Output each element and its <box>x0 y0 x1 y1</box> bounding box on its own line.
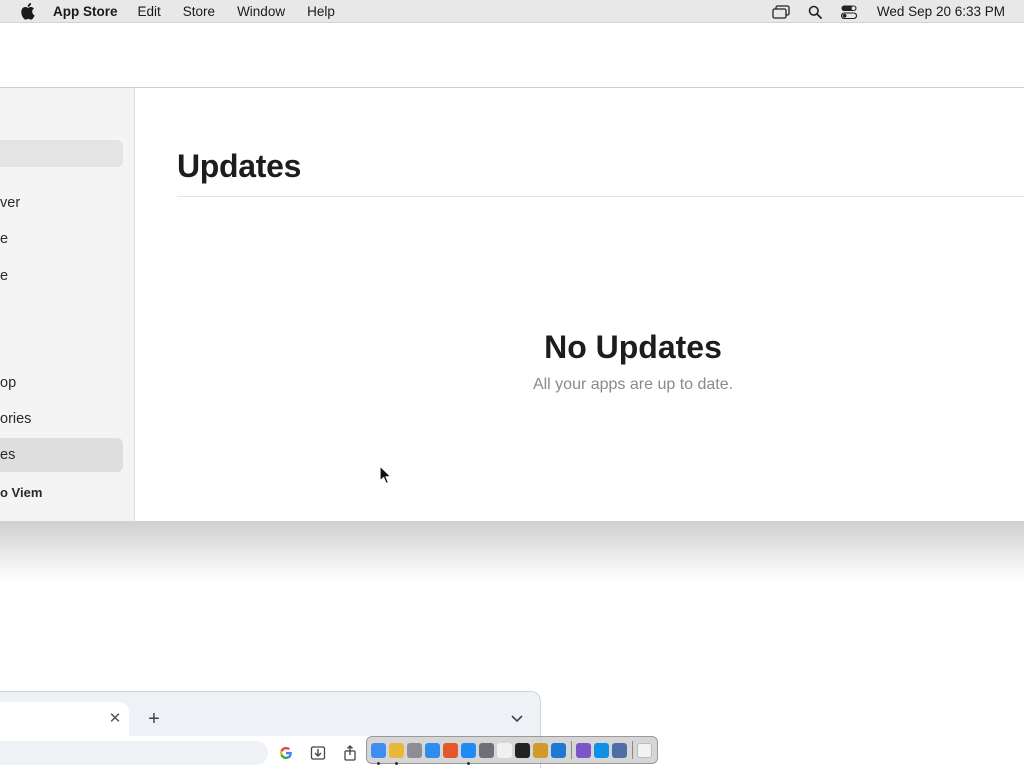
empty-state-title: No Updates <box>544 329 722 365</box>
dock-separator <box>632 741 633 759</box>
running-indicator <box>467 761 470 765</box>
sidebar-item-discover[interactable]: ver <box>0 186 123 220</box>
status-area: Wed Sep 20 6:33 PM <box>771 0 1005 23</box>
dock-separator <box>571 741 572 759</box>
sidebar-search-field[interactable] <box>0 140 123 167</box>
dock-screen-icon[interactable] <box>612 742 627 758</box>
close-tab-icon[interactable]: ✕ <box>107 710 123 727</box>
dock-pen-icon[interactable] <box>497 742 512 758</box>
sidebar-item-label: e <box>0 231 9 247</box>
dock-finder-icon[interactable] <box>371 742 386 765</box>
menu-help[interactable]: Help <box>307 4 335 19</box>
address-bar[interactable] <box>0 741 268 765</box>
sidebar-item-categories[interactable]: ories <box>0 402 123 436</box>
browser-tab[interactable]: ✕ <box>0 702 129 736</box>
new-tab-button[interactable]: + <box>144 708 164 730</box>
sidebar-item-label: es <box>0 447 16 463</box>
screen-mirroring-icon[interactable] <box>771 2 791 22</box>
dock-vscode-icon[interactable] <box>551 742 566 758</box>
empty-state-subtitle: All your apps are up to date. <box>532 376 734 393</box>
account-name: o Viem <box>0 484 43 500</box>
dock-script-icon[interactable] <box>533 742 548 758</box>
menubar-clock[interactable]: Wed Sep 20 6:33 PM <box>877 4 1005 19</box>
window-toolbar <box>0 23 1024 88</box>
sidebar-item-create[interactable]: e <box>0 259 123 293</box>
dock-visual-studio-icon[interactable] <box>576 742 591 758</box>
sidebar-item-label: e <box>0 268 9 284</box>
menu-window[interactable]: Window <box>237 4 285 19</box>
share-icon[interactable] <box>341 744 359 762</box>
sidebar-item-label: ories <box>0 411 32 427</box>
sidebar-item-arcade[interactable]: e <box>0 222 123 256</box>
mouse-pointer-icon <box>379 465 393 485</box>
dock-settings-icon[interactable] <box>479 742 494 758</box>
spotlight-search-icon[interactable] <box>805 2 825 22</box>
app-store-window: ver e e op ories es o Viem Updates No Up… <box>0 23 1024 521</box>
running-indicator <box>377 761 380 765</box>
sidebar-item-updates[interactable]: es <box>0 438 123 472</box>
download-icon[interactable] <box>309 744 327 762</box>
menu-bar: App Store Edit Store Window Help Wed Sep… <box>0 0 1024 23</box>
dock-trash-icon[interactable] <box>637 742 652 758</box>
google-icon[interactable] <box>277 744 295 762</box>
dock <box>366 736 658 765</box>
page-title: Updates <box>177 148 302 184</box>
dock-docs-icon[interactable] <box>594 742 609 758</box>
main-content: Updates No Updates All your apps are up … <box>136 88 1024 521</box>
sidebar: ver e e op ories es o Viem <box>0 88 135 521</box>
running-indicator <box>395 761 398 765</box>
apple-menu-icon[interactable] <box>17 1 37 21</box>
sidebar-item-label: op <box>0 375 17 391</box>
sidebar-item-develop[interactable]: op <box>0 366 123 400</box>
chevron-down-icon[interactable] <box>508 710 526 728</box>
sidebar-account[interactable]: o Viem <box>0 475 123 509</box>
dock-app-store-icon[interactable] <box>461 742 476 765</box>
menu-app-store[interactable]: App Store <box>53 4 118 19</box>
dock-safari-icon[interactable] <box>425 742 440 758</box>
sidebar-item-label: ver <box>0 195 21 211</box>
menu-store[interactable]: Store <box>183 4 215 19</box>
control-center-icon[interactable] <box>839 2 859 22</box>
title-divider <box>177 196 1024 197</box>
dock-chrome-icon[interactable] <box>389 742 404 765</box>
window-shadow <box>0 521 1024 581</box>
dock-firefox-icon[interactable] <box>443 742 458 758</box>
dock-launchpad-icon[interactable] <box>407 742 422 758</box>
dock-terminal-icon[interactable] <box>515 742 530 758</box>
menu-edit[interactable]: Edit <box>138 4 161 19</box>
